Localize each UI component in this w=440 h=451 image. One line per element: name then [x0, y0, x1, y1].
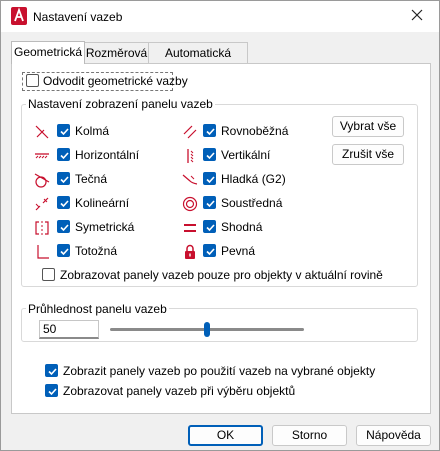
current-plane-only-label: Zobrazovat panely vazeb pouze pro objekt…: [60, 268, 383, 282]
collinear-label: Kolineární: [75, 196, 130, 210]
vertical-checkbox[interactable]: [203, 148, 216, 161]
symmetric-checkbox[interactable]: [57, 220, 70, 233]
dialog-window: Nastavení vazeb Geometrická Rozměrová Au…: [0, 0, 440, 451]
tab-dimensional[interactable]: Rozměrová: [84, 42, 149, 63]
concentric-label: Soustředná: [221, 196, 283, 210]
tab-panel: Odvodit geometrické vazby Nastavení zobr…: [11, 63, 431, 414]
current-plane-only-checkbox[interactable]: [42, 268, 55, 281]
transparency-slider-thumb[interactable]: [204, 322, 210, 337]
infer-constraints-checkbox[interactable]: [26, 74, 39, 87]
transparency-title: Průhlednost panelu vazeb: [26, 302, 169, 316]
coincident-checkbox[interactable]: [57, 244, 70, 257]
horizontal-checkbox[interactable]: [57, 148, 70, 161]
smooth-label: Hladká (G2): [221, 172, 286, 186]
show-on-select-checkbox[interactable]: [45, 384, 58, 397]
tangent-checkbox[interactable]: [57, 172, 70, 185]
equal-label: Shodná: [221, 220, 263, 234]
collinear-icon: [35, 197, 49, 211]
transparency-value-input[interactable]: 50: [39, 320, 99, 339]
show-on-select-label: Zobrazovat panely vazeb při výběru objek…: [63, 384, 296, 398]
vertical-label: Vertikální: [221, 148, 271, 162]
coincident-icon: [37, 245, 49, 259]
infer-constraints-label: Odvodit geometrické vazby: [43, 74, 188, 88]
show-after-apply-checkbox[interactable]: [45, 364, 58, 377]
title-bar: Nastavení vazeb: [1, 1, 439, 32]
tangent-icon: [34, 173, 50, 188]
fix-checkbox[interactable]: [203, 244, 216, 257]
perpendicular-label: Kolmá: [75, 124, 110, 138]
cancel-button[interactable]: Storno: [272, 425, 347, 446]
equal-checkbox[interactable]: [203, 220, 216, 233]
concentric-checkbox[interactable]: [203, 196, 216, 209]
fix-label: Pevná: [221, 244, 256, 258]
show-after-apply-label: Zobrazit panely vazeb po použití vazeb n…: [63, 364, 376, 378]
select-all-button[interactable]: Vybrat vše: [332, 116, 404, 137]
parallel-icon: [183, 125, 197, 139]
help-button[interactable]: Nápověda: [356, 425, 431, 446]
concentric-icon: [182, 196, 198, 212]
tangent-label: Tečná: [75, 172, 108, 186]
perpendicular-checkbox[interactable]: [57, 124, 70, 137]
tab-geometric[interactable]: Geometrická: [11, 41, 85, 64]
parallel-checkbox[interactable]: [203, 124, 216, 137]
tab-autoconstrain[interactable]: Automatická vazba: [148, 42, 248, 80]
clear-all-button[interactable]: Zrušit vše: [332, 144, 404, 165]
horizontal-icon: [35, 153, 49, 159]
fix-lock-icon: [185, 244, 195, 259]
smooth-icon: [182, 174, 198, 185]
vertical-icon: [187, 149, 194, 163]
ok-button[interactable]: OK: [188, 425, 263, 446]
collinear-checkbox[interactable]: [57, 196, 70, 209]
smooth-checkbox[interactable]: [203, 172, 216, 185]
parallel-label: Rovnoběžná: [221, 124, 289, 138]
equal-icon: [184, 224, 196, 232]
horizontal-label: Horizontální: [75, 148, 140, 162]
close-icon[interactable]: [409, 7, 425, 23]
symmetric-label: Symetrická: [75, 220, 135, 234]
autocad-app-icon: [11, 7, 27, 25]
symmetric-icon: [35, 221, 49, 235]
constraint-bar-settings-title: Nastavení zobrazení panelu vazeb: [26, 97, 215, 111]
coincident-label: Totožná: [75, 244, 118, 258]
window-title: Nastavení vazeb: [33, 10, 123, 24]
perpendicular-icon: [35, 125, 49, 139]
